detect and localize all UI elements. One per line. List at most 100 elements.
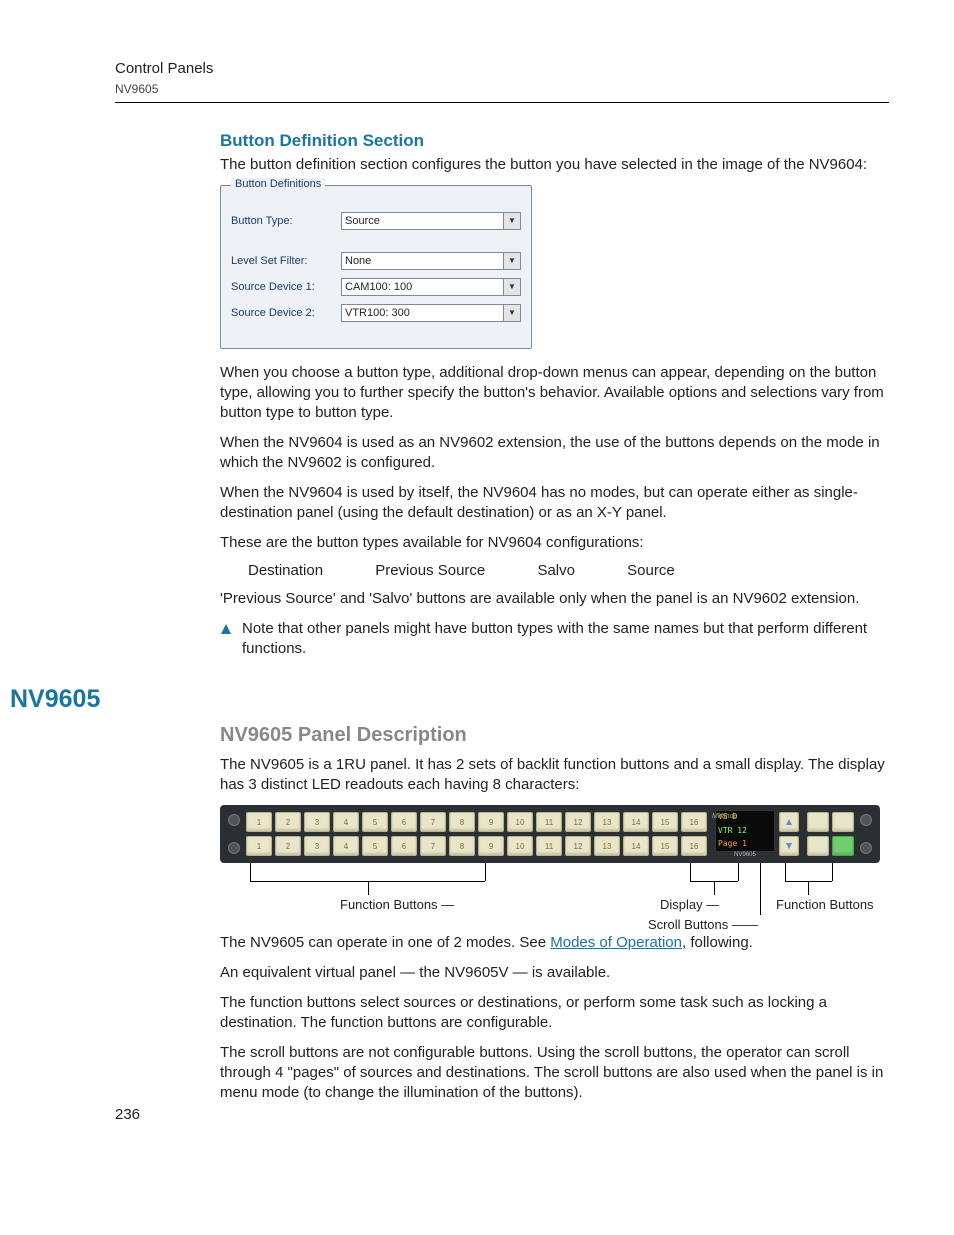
- panel-button[interactable]: 8: [449, 836, 475, 856]
- panel-button[interactable]: 11: [536, 836, 562, 856]
- screw-icon: [228, 842, 240, 854]
- model-label: NV9605: [715, 852, 775, 858]
- nv9605-intro: The NV9605 is a 1RU panel. It has 2 sets…: [220, 755, 889, 795]
- nv9605-virtual-text: An equivalent virtual panel — the NV9605…: [220, 963, 889, 983]
- bd-extension-text: When the NV9604 is used as an NV9602 ext…: [220, 433, 889, 473]
- button-definitions-panel: Button Definitions Button Type: Source ▼…: [220, 185, 532, 349]
- left-button-grid: 12345678910111213141516 1234567891011121…: [246, 812, 707, 856]
- bd-prevsalvo-text: 'Previous Source' and 'Salvo' buttons ar…: [220, 589, 889, 609]
- lcd-line3: Page 1: [718, 840, 772, 849]
- nv9605-subheading: NV9605 Panel Description: [220, 724, 889, 747]
- triangle-up-icon: [785, 818, 793, 826]
- nv9605-heading: NV9605: [10, 685, 889, 714]
- right-screws: [858, 812, 874, 856]
- panel-button[interactable]: 3: [304, 836, 330, 856]
- panel-button[interactable]: 10: [507, 812, 533, 832]
- diagram-callouts: Function Buttons — Display — Scroll Butt…: [220, 863, 880, 933]
- callout-function-buttons-right: Function Buttons: [776, 897, 874, 912]
- bd-select-level-filter[interactable]: None ▼: [341, 252, 521, 270]
- bd-value-button-type: Source: [345, 215, 380, 227]
- func-button[interactable]: [832, 812, 854, 832]
- bd-value-level-filter: None: [345, 255, 371, 267]
- panel-button[interactable]: 6: [391, 812, 417, 832]
- running-header-title: Control Panels: [115, 60, 889, 78]
- nv9605-panel-diagram: 12345678910111213141516 1234567891011121…: [220, 805, 880, 863]
- panel-button[interactable]: 14: [623, 836, 649, 856]
- type-previous-source: Previous Source: [375, 562, 485, 579]
- panel-button[interactable]: 1: [246, 836, 272, 856]
- left-screws: [226, 812, 242, 856]
- note-row: Note that other panels might have button…: [220, 619, 889, 659]
- panel-button[interactable]: 9: [478, 812, 504, 832]
- panel-button[interactable]: 5: [362, 836, 388, 856]
- right-button-grid: [807, 812, 854, 856]
- panel-button[interactable]: 4: [333, 836, 359, 856]
- panel-button[interactable]: 16: [681, 836, 707, 856]
- callout-scroll-buttons: Scroll Buttons ——: [648, 917, 758, 932]
- panel-button[interactable]: 4: [333, 812, 359, 832]
- panel-button[interactable]: 3: [304, 812, 330, 832]
- panel-button[interactable]: 13: [594, 836, 620, 856]
- triangle-down-icon: [785, 842, 793, 850]
- bd-select-source1[interactable]: CAM100: 100 ▼: [341, 278, 521, 296]
- func-button[interactable]: [807, 812, 829, 832]
- panel-button[interactable]: 7: [420, 812, 446, 832]
- dropdown-arrow-icon: ▼: [503, 279, 520, 295]
- func-button[interactable]: [832, 836, 854, 856]
- callout-function-buttons: Function Buttons —: [340, 897, 454, 912]
- bd-value-source2: VTR100: 300: [345, 307, 410, 319]
- panel-button[interactable]: 10: [507, 836, 533, 856]
- panel-button[interactable]: 15: [652, 836, 678, 856]
- scroll-up-button[interactable]: [779, 812, 799, 832]
- func-button[interactable]: [807, 836, 829, 856]
- bd-select-source2[interactable]: VTR100: 300 ▼: [341, 304, 521, 322]
- panel-button[interactable]: 16: [681, 812, 707, 832]
- header-divider: [115, 102, 889, 103]
- panel-button[interactable]: 9: [478, 836, 504, 856]
- bd-types-intro: These are the button types available for…: [220, 533, 889, 553]
- bd-value-source1: CAM100: 100: [345, 281, 412, 293]
- screw-icon: [228, 814, 240, 826]
- type-source: Source: [627, 562, 675, 579]
- note-triangle-icon: [220, 623, 232, 635]
- bd-intro-text: The button definition section configures…: [220, 155, 889, 175]
- panel-button[interactable]: 5: [362, 812, 388, 832]
- screw-icon: [860, 814, 872, 826]
- modes-of-operation-link[interactable]: Modes of Operation: [550, 934, 682, 951]
- screw-icon: [860, 842, 872, 854]
- panel-button[interactable]: 1: [246, 812, 272, 832]
- callout-display: Display —: [660, 897, 719, 912]
- scroll-down-button[interactable]: [779, 836, 799, 856]
- bd-panel-legend: Button Definitions: [231, 178, 325, 190]
- type-salvo: Salvo: [537, 562, 575, 579]
- panel-button[interactable]: 14: [623, 812, 649, 832]
- panel-button[interactable]: 2: [275, 812, 301, 832]
- panel-button[interactable]: 7: [420, 836, 446, 856]
- nv9605-modes-text: The NV9605 can operate in one of 2 modes…: [220, 933, 889, 953]
- bd-select-button-type[interactable]: Source ▼: [341, 212, 521, 230]
- bd-label-button-type: Button Type:: [231, 215, 341, 227]
- panel-button[interactable]: 6: [391, 836, 417, 856]
- button-types-list: Destination Previous Source Salvo Source: [248, 562, 889, 579]
- lcd-line2: VTR 12: [718, 827, 772, 836]
- running-header-subtitle: NV9605: [115, 82, 889, 96]
- note-text: Note that other panels might have button…: [242, 619, 889, 659]
- scroll-button-col: [779, 812, 799, 856]
- panel-button[interactable]: 11: [536, 812, 562, 832]
- bd-label-source2: Source Device 2:: [231, 307, 341, 319]
- brand-label: Miranda: [712, 813, 737, 820]
- panel-button[interactable]: 12: [565, 836, 591, 856]
- bd-label-level-filter: Level Set Filter:: [231, 255, 341, 267]
- nv9605-scroll-text: The scroll buttons are not configurable …: [220, 1043, 889, 1103]
- dropdown-arrow-icon: ▼: [503, 213, 520, 229]
- panel-button[interactable]: 13: [594, 812, 620, 832]
- panel-button[interactable]: 15: [652, 812, 678, 832]
- page-number: 236: [115, 1106, 140, 1123]
- panel-button[interactable]: 2: [275, 836, 301, 856]
- panel-button[interactable]: 8: [449, 812, 475, 832]
- dropdown-arrow-icon: ▼: [503, 305, 520, 321]
- panel-button[interactable]: 12: [565, 812, 591, 832]
- bd-label-source1: Source Device 1:: [231, 281, 341, 293]
- nv9605-func-text: The function buttons select sources or d…: [220, 993, 889, 1033]
- dropdown-arrow-icon: ▼: [503, 253, 520, 269]
